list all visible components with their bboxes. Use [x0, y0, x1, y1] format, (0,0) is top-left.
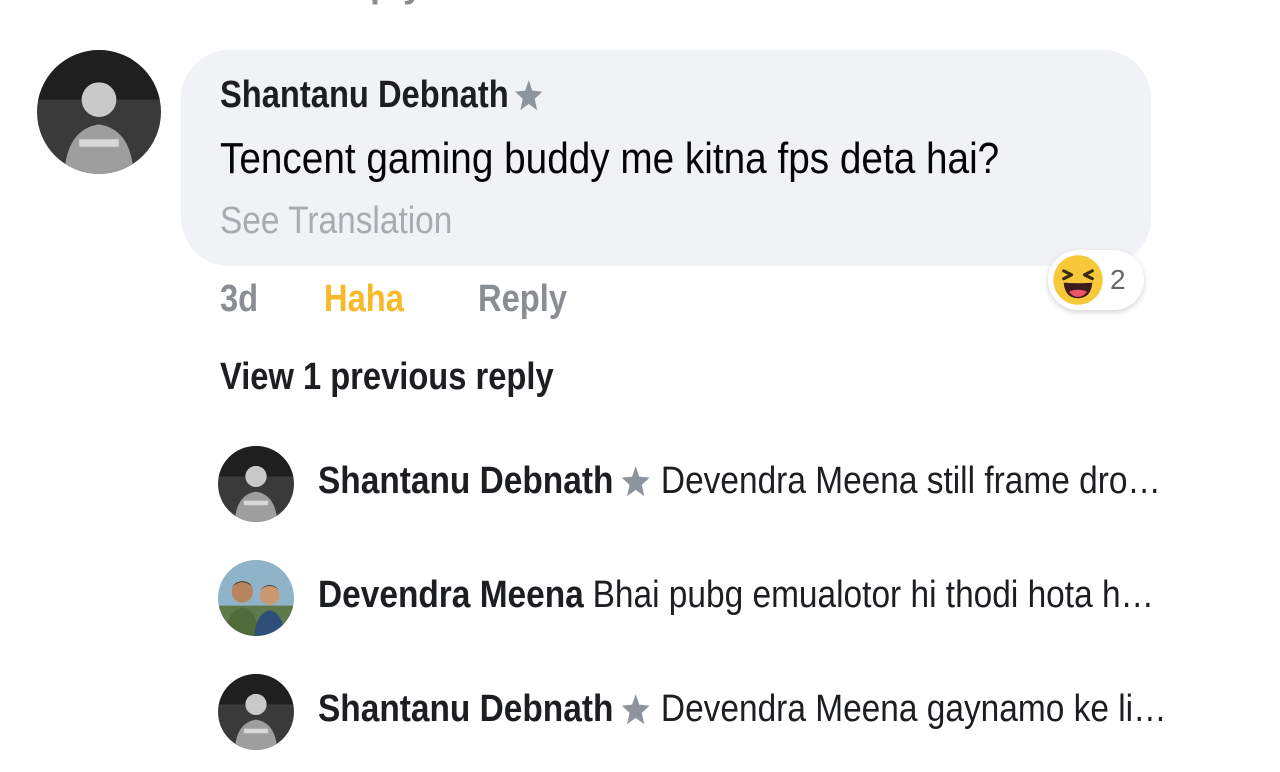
reply-author-avatar[interactable]: [218, 446, 294, 522]
reply-item[interactable]: Shantanu Debnath Devendra Meena gaynamo …: [218, 674, 1258, 750]
reply-content: Devendra Meena Bhai pubg emualotor hi th…: [318, 574, 1154, 617]
reaction-count: 2: [1110, 264, 1126, 295]
reply-item[interactable]: Shantanu Debnath Devendra Meena still fr…: [218, 446, 1258, 522]
comment-author-name[interactable]: Shantanu Debnath: [220, 74, 509, 117]
profile-photo: [218, 446, 294, 522]
haha-reaction-button[interactable]: Haha: [324, 278, 404, 321]
view-previous-replies-link[interactable]: View 1 previous reply: [220, 356, 554, 399]
reply-item[interactable]: Devendra Meena Bhai pubg emualotor hi th…: [218, 560, 1258, 636]
reply-content: Shantanu Debnath Devendra Meena still fr…: [318, 460, 1161, 503]
comment-author-row: Shantanu Debnath: [220, 74, 545, 117]
top-fan-badge-icon: [512, 77, 545, 115]
reply-button[interactable]: Reply: [478, 278, 567, 321]
reply-author-name[interactable]: Shantanu Debnath: [318, 460, 613, 503]
reply-text: Bhai pubg emualotor hi thodi hota h…: [592, 574, 1154, 616]
profile-photo: [218, 674, 294, 750]
top-fan-badge-icon: [619, 691, 652, 729]
reply-text: Devendra Meena gaynamo ke li…: [660, 688, 1167, 730]
haha-emoji-icon: [1052, 254, 1104, 306]
previous-comment-fragment: ply: [370, 0, 424, 6]
reply-author-name[interactable]: Shantanu Debnath: [318, 688, 613, 731]
reply-content: Shantanu Debnath Devendra Meena gaynamo …: [318, 688, 1167, 731]
comment-timestamp: 3d: [220, 278, 259, 320]
reply-author-avatar[interactable]: [218, 674, 294, 750]
see-translation-link[interactable]: See Translation: [220, 200, 452, 243]
reply-author-name[interactable]: Devendra Meena: [318, 574, 584, 617]
comment-text: Tencent gaming buddy me kitna fps deta h…: [220, 134, 1000, 183]
reply-text: Devendra Meena still frame dro…: [660, 460, 1161, 502]
profile-photo: [218, 560, 294, 636]
top-fan-badge-icon: [619, 463, 652, 501]
reply-author-avatar[interactable]: [218, 560, 294, 636]
profile-photo: [37, 50, 161, 174]
comment-author-avatar[interactable]: [37, 50, 161, 174]
reaction-summary[interactable]: 2: [1048, 250, 1144, 310]
